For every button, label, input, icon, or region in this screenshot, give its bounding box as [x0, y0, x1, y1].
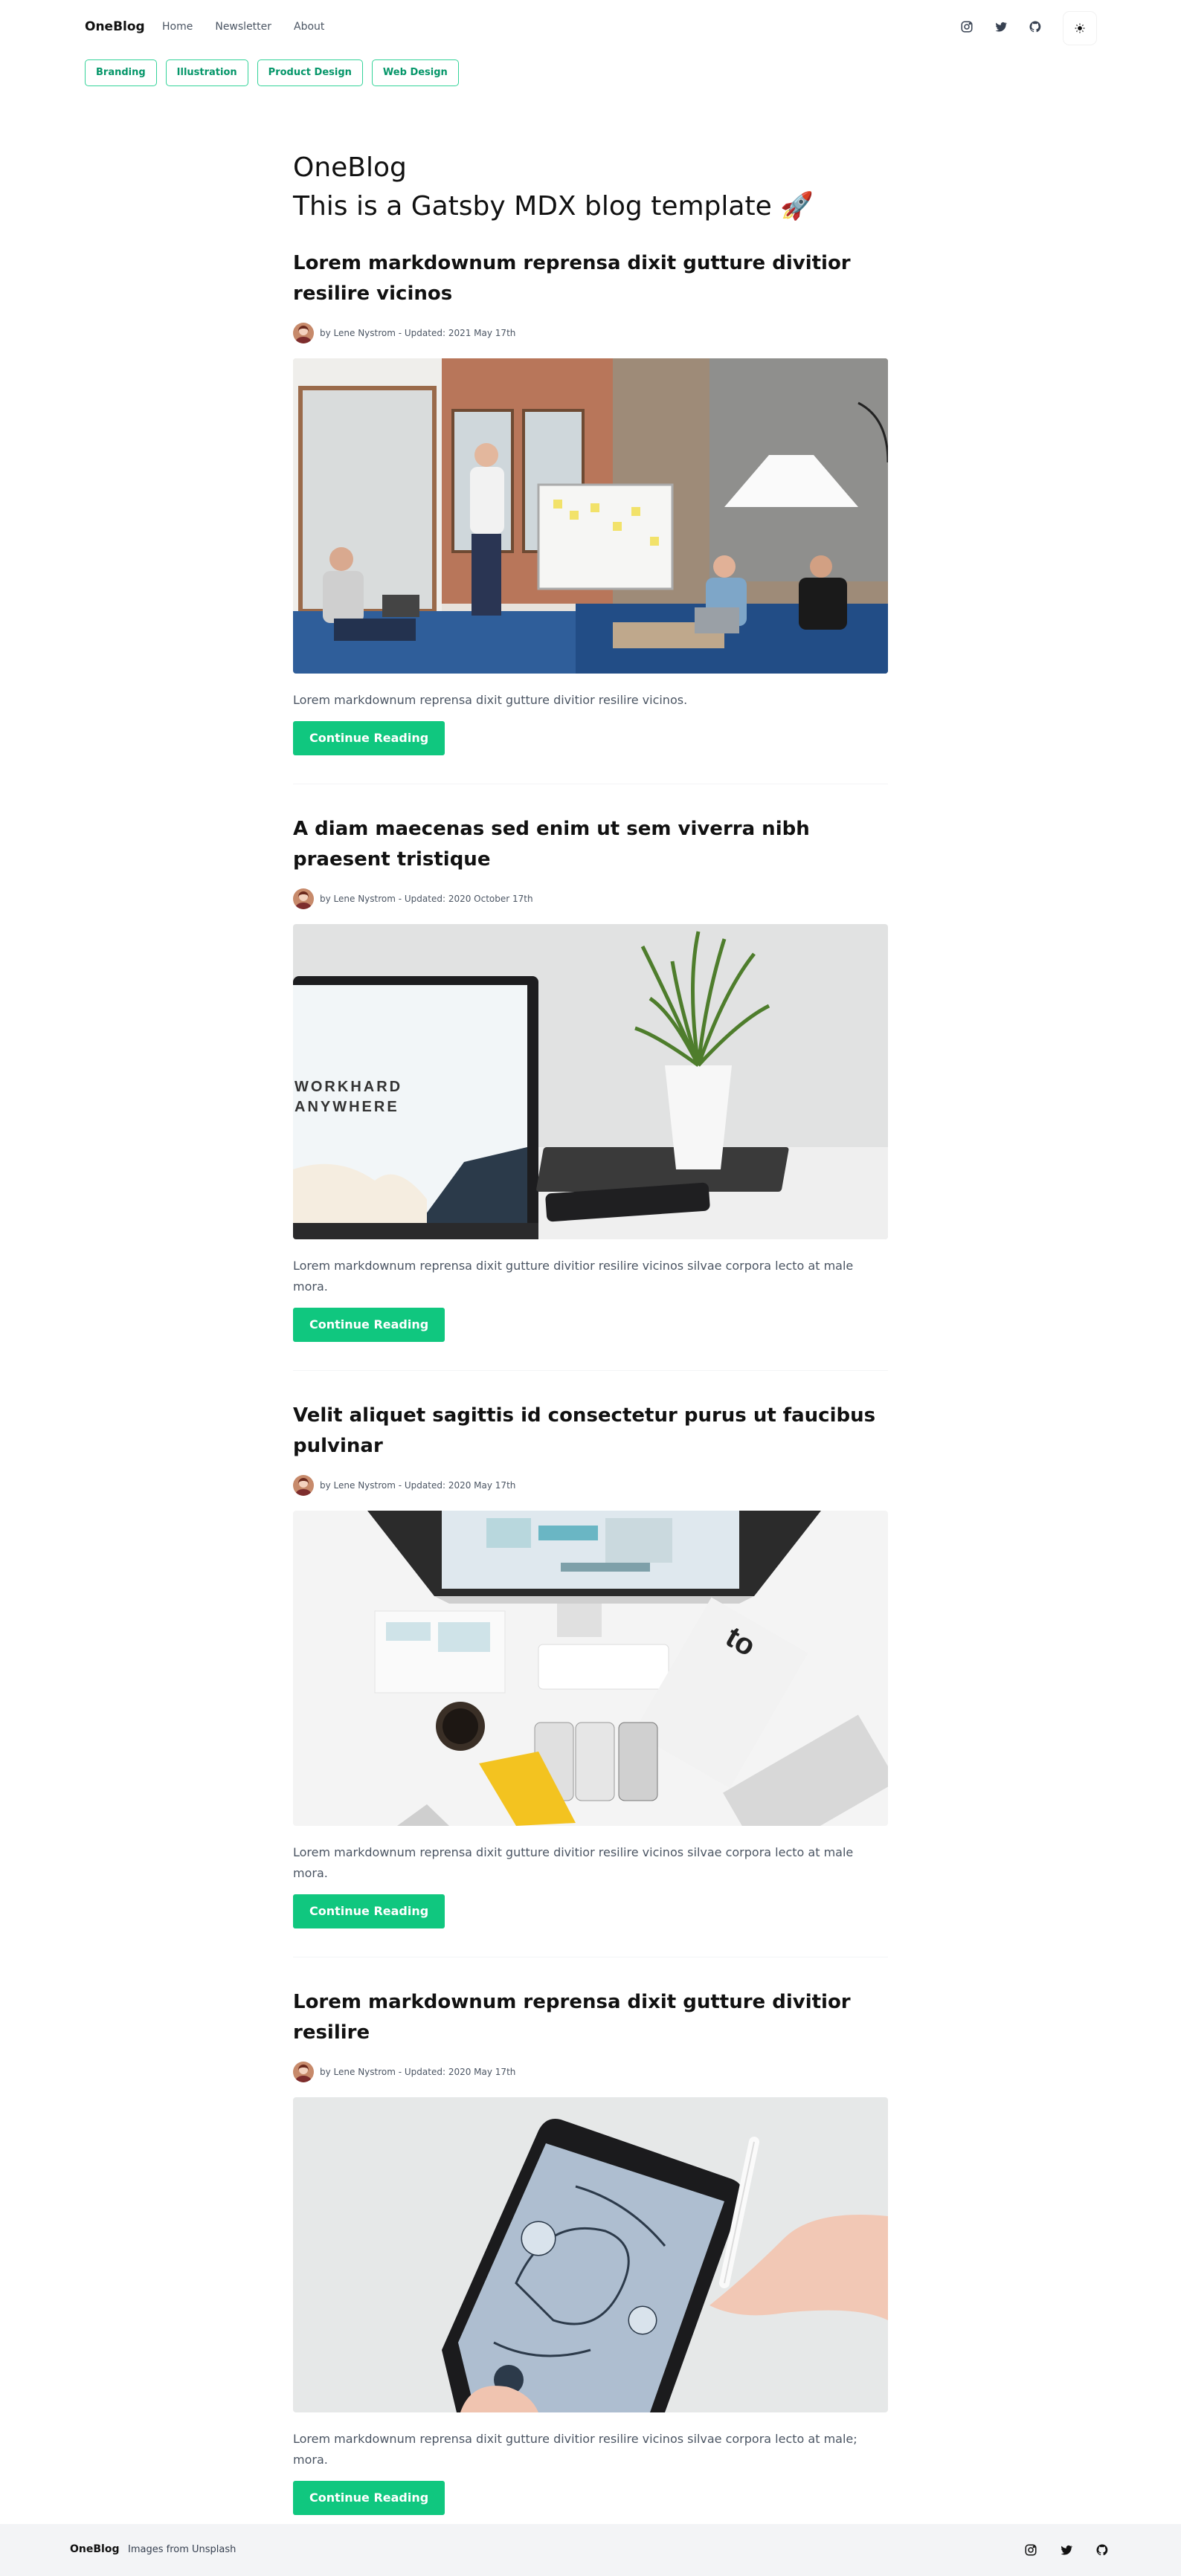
- page-title: OneBlog: [293, 152, 407, 183]
- laptop-screen-text-1: WORKHARD: [295, 1079, 402, 1095]
- continue-reading-button[interactable]: Continue Reading: [293, 721, 445, 755]
- top-navbar: OneBlog Home Newsletter About: [0, 0, 1181, 58]
- instagram-icon[interactable]: [1022, 2541, 1040, 2559]
- post-meta-text: by Lene Nystrom - Updated: 2021 May 17th: [320, 328, 516, 338]
- twitter-icon[interactable]: [1058, 2541, 1075, 2559]
- post-meta-text: by Lene Nystrom - Updated: 2020 October …: [320, 894, 533, 904]
- post-meta: by Lene Nystrom - Updated: 2020 October …: [293, 888, 888, 909]
- post-excerpt: Lorem markdownum reprensa dixit gutture …: [293, 1259, 854, 1294]
- tag-illustration[interactable]: Illustration: [165, 59, 248, 86]
- theme-toggle-button[interactable]: [1063, 12, 1096, 45]
- instagram-icon[interactable]: [958, 18, 976, 36]
- tag-list: Branding Illustration Product Design Web…: [85, 59, 459, 86]
- post-meta: by Lene Nystrom - Updated: 2020 May 17th: [293, 1475, 888, 1496]
- post-card: Velit aliquet sagittis id consectetur pu…: [293, 1401, 888, 1957]
- post-excerpt: Lorem markdownum reprensa dixit gutture …: [293, 2432, 857, 2467]
- sun-icon: [1075, 23, 1085, 33]
- post-excerpt: Lorem markdownum reprensa dixit gutture …: [293, 1845, 854, 1880]
- laptop-screen-text-2: ANYWHERE: [295, 1099, 399, 1115]
- site-footer: OneBlog Images from Unsplash: [0, 2524, 1181, 2576]
- post-meta: by Lene Nystrom - Updated: 2021 May 17th: [293, 323, 888, 343]
- post-card: Lorem markdownum reprensa dixit gutture …: [293, 248, 888, 784]
- main-nav: Home Newsletter About: [162, 21, 324, 33]
- nav-about-link[interactable]: About: [294, 21, 324, 33]
- post-meta-text: by Lene Nystrom - Updated: 2020 May 17th: [320, 2067, 516, 2077]
- post-image-office-team[interactable]: [293, 358, 888, 674]
- post-title[interactable]: A diam maecenas sed enim ut sem viverra …: [293, 814, 888, 875]
- tag-branding[interactable]: Branding: [85, 59, 157, 86]
- continue-reading-button[interactable]: Continue Reading: [293, 2481, 445, 2515]
- github-icon[interactable]: [1093, 2541, 1111, 2559]
- post-image-design-desk[interactable]: to: [293, 1511, 888, 1826]
- post-image-tablet-drawing[interactable]: [293, 2097, 888, 2412]
- page-subtitle: This is a Gatsby MDX blog template 🚀: [293, 191, 814, 222]
- post-card: A diam maecenas sed enim ut sem viverra …: [293, 814, 888, 1371]
- post-title[interactable]: Velit aliquet sagittis id consectetur pu…: [293, 1401, 888, 1462]
- tag-product-design[interactable]: Product Design: [257, 59, 363, 86]
- author-avatar: [293, 888, 314, 909]
- nav-newsletter-link[interactable]: Newsletter: [215, 21, 271, 33]
- author-avatar: [293, 2062, 314, 2082]
- post-excerpt: Lorem markdownum reprensa dixit gutture …: [293, 693, 688, 707]
- main-content: OneBlog This is a Gatsby MDX blog templa…: [293, 149, 888, 2573]
- post-meta: by Lene Nystrom - Updated: 2020 May 17th: [293, 2062, 888, 2082]
- author-avatar: [293, 1475, 314, 1496]
- post-card: Lorem markdownum reprensa dixit gutture …: [293, 1987, 888, 2543]
- tag-web-design[interactable]: Web Design: [371, 59, 459, 86]
- continue-reading-button[interactable]: Continue Reading: [293, 1308, 445, 1342]
- github-icon[interactable]: [1026, 18, 1044, 36]
- post-title[interactable]: Lorem markdownum reprensa dixit gutture …: [293, 248, 888, 309]
- header-social-links: [958, 18, 1044, 36]
- continue-reading-button[interactable]: Continue Reading: [293, 1894, 445, 1928]
- nav-home-link[interactable]: Home: [162, 21, 193, 33]
- author-avatar: [293, 323, 314, 343]
- footer-social-links: [1022, 2541, 1111, 2559]
- twitter-icon[interactable]: [992, 18, 1010, 36]
- site-brand[interactable]: OneBlog: [85, 19, 145, 34]
- post-title[interactable]: Lorem markdownum reprensa dixit gutture …: [293, 1987, 888, 2048]
- post-image-laptop-plant[interactable]: WORKHARD ANYWHERE: [293, 924, 888, 1239]
- footer-credit: Images from Unsplash: [128, 2544, 236, 2555]
- footer-brand[interactable]: OneBlog: [70, 2543, 119, 2555]
- post-meta-text: by Lene Nystrom - Updated: 2020 May 17th: [320, 1480, 516, 1491]
